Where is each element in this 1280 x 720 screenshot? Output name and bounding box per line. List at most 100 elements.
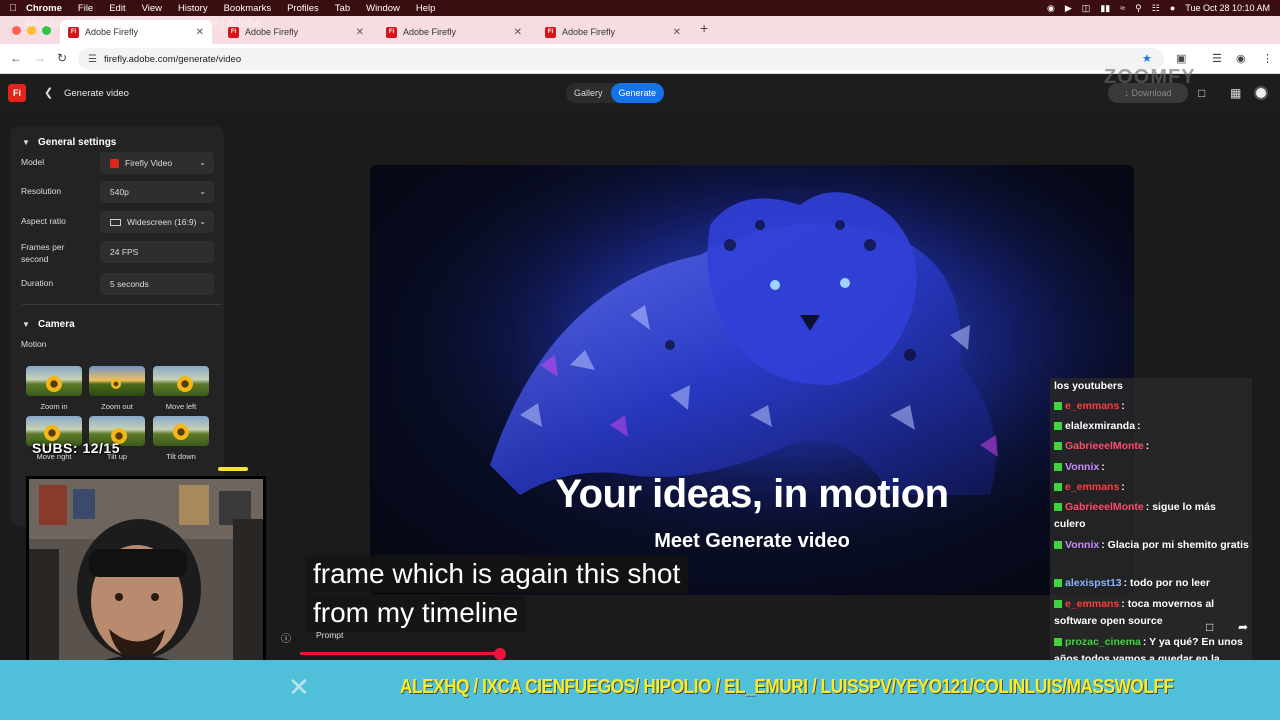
menu-history[interactable]: History [178, 3, 208, 14]
chrome-menu-icon[interactable]: ⋮ [1262, 52, 1273, 65]
resolution-dropdown[interactable]: 540p ⌄ [100, 181, 214, 203]
firefly-logo[interactable]: Fi [8, 84, 26, 102]
aspect-ratio-dropdown[interactable]: Widescreen (16:9) ⌄ [100, 211, 214, 233]
menu-tab[interactable]: Tab [335, 3, 350, 14]
menubar-status: ◉ ▶ ◫ ▮▮ ≈ ⚲ ☷ ● Tue Oct 28 10:10 AM [1047, 0, 1270, 16]
broadcast-icon[interactable]: ◉ [1047, 3, 1055, 14]
forward-icon[interactable]: → [34, 51, 46, 65]
fps-value: 24 FPS [110, 247, 139, 257]
chat-text: : [1145, 440, 1150, 452]
menu-file[interactable]: File [78, 3, 93, 14]
menu-view[interactable]: View [142, 3, 162, 14]
firefly-favicon-icon: Fi [545, 26, 556, 38]
feedback-icon[interactable]: □ [1198, 86, 1205, 100]
profile-icon[interactable]: ◉ [1236, 52, 1246, 65]
caption-line-1: frame which is again this shot [305, 555, 689, 593]
badge-icon [1054, 442, 1062, 451]
menubar-clock[interactable]: Tue Oct 28 10:10 AM [1185, 3, 1270, 13]
browser-tab[interactable]: Fi Adobe Firefly ✕ [537, 20, 689, 44]
tab-label: Adobe Firefly [85, 27, 139, 37]
divider [22, 304, 222, 305]
chevron-down-icon[interactable]: ▼ [22, 320, 30, 329]
sunflower-icon [44, 425, 60, 441]
browser-tab[interactable]: Fi Adobe Firefly ✕ [220, 20, 372, 44]
chat-user: alexispst13 [1065, 577, 1122, 589]
chat-message: e_emmans: toca movernos al software open… [1054, 596, 1250, 630]
aspect-ratio-label: Aspect ratio [21, 216, 66, 226]
settings-panel: ▼ General settings Model Firefly Video ⌄… [10, 126, 224, 526]
zoom-in-thumbnail[interactable] [26, 366, 82, 396]
chat-message: elalexmiranda: [1054, 418, 1250, 435]
model-dropdown[interactable]: Firefly Video ⌄ [100, 152, 214, 174]
tab-label: Adobe Firefly [403, 27, 457, 37]
media-controls-icon[interactable]: ☰ [1212, 52, 1222, 65]
tab-label: Adobe Firefly [562, 27, 616, 37]
menu-help[interactable]: Help [416, 3, 436, 14]
close-tab-icon[interactable]: ✕ [514, 27, 522, 38]
chat-message: Vonnix: [1054, 459, 1250, 476]
headphones-icon[interactable]: ◫ [1082, 3, 1091, 14]
chat-popout-icon[interactable]: □ [1206, 620, 1213, 634]
badge-icon [1054, 541, 1062, 550]
control-center-icon[interactable]: ☷ [1152, 3, 1160, 14]
chat-text: : Glacia por mi shemito gratis [1101, 539, 1249, 551]
menu-window[interactable]: Window [366, 3, 400, 14]
zoom-out-thumbnail[interactable] [89, 366, 145, 396]
chat-overlay: los youtubers e_emmans: elalexmiranda: G… [1050, 378, 1252, 682]
wifi-icon[interactable]: ≈ [1120, 3, 1125, 13]
close-tab-icon[interactable]: ✕ [673, 27, 681, 38]
generate-tab[interactable]: Generate [610, 83, 665, 103]
fps-dropdown[interactable]: 24 FPS [100, 241, 214, 263]
apps-grid-icon[interactable]: ▦ [1230, 86, 1241, 100]
browser-tab[interactable]: Fi Adobe Firefly ✕ [60, 20, 212, 44]
chat-message: e_emmans: [1054, 479, 1250, 496]
site-settings-icon[interactable]: ☰ [88, 54, 97, 65]
cast-icon[interactable]: ▣ [1176, 52, 1186, 65]
close-tab-icon[interactable]: ✕ [356, 27, 364, 38]
gallery-tab[interactable]: Gallery [566, 83, 611, 103]
bookmark-star-icon[interactable]: ★ [1142, 52, 1152, 65]
close-window-button[interactable] [12, 26, 21, 35]
close-tab-icon[interactable]: ✕ [196, 27, 204, 38]
chevron-down-icon: ⌄ [199, 187, 206, 196]
chevron-down-icon[interactable]: ▼ [22, 138, 30, 147]
search-icon[interactable]: ⚲ [1135, 3, 1142, 14]
apple-icon[interactable]:  [0, 3, 26, 14]
chevron-left-icon[interactable]: ❮ [44, 86, 53, 99]
chat-text: los youtubers [1054, 380, 1123, 392]
reload-icon[interactable]: ↻ [57, 51, 67, 65]
tilt-down-thumbnail[interactable] [153, 416, 209, 446]
address-bar[interactable]: ☰ firefly.adobe.com/generate/video [78, 48, 1164, 70]
duration-dropdown[interactable]: 5 seconds [100, 273, 214, 295]
chat-user: e_emmans [1065, 400, 1120, 412]
badge-icon [1054, 422, 1062, 431]
menu-bookmarks[interactable]: Bookmarks [224, 3, 272, 14]
chat-text: : [1121, 481, 1125, 493]
gallery-generate-toggle: Gallery Generate [566, 83, 665, 103]
avatar[interactable] [1254, 86, 1268, 100]
move-left-thumbnail[interactable] [153, 366, 209, 396]
battery-icon[interactable]: ▮▮ [1100, 3, 1110, 14]
chat-text: : [1101, 461, 1105, 473]
badge-icon [1054, 483, 1062, 492]
firefly-favicon-icon: Fi [228, 26, 239, 38]
chat-message: GabrieeelMonte: [1054, 438, 1250, 455]
tilt-down-label: Tilt down [166, 452, 196, 461]
chat-message: los youtubers [1054, 378, 1250, 395]
new-tab-button[interactable]: + [700, 20, 708, 36]
chat-text: : [1137, 420, 1141, 432]
browser-tab[interactable]: Fi Adobe Firefly ✕ [378, 20, 530, 44]
user-icon[interactable]: ● [1170, 3, 1175, 13]
download-icon: ↓ [1124, 88, 1129, 98]
menu-edit[interactable]: Edit [109, 3, 125, 14]
menu-profiles[interactable]: Profiles [287, 3, 319, 14]
play-icon[interactable]: ▶ [1065, 3, 1072, 14]
info-icon[interactable]: ⓘ [281, 630, 291, 645]
back-icon[interactable]: ← [10, 51, 22, 65]
chat-user: Vonnix [1065, 461, 1100, 473]
menu-app[interactable]: Chrome [26, 3, 62, 14]
move-left-label: Move left [165, 402, 197, 411]
download-button[interactable]: ↓ Download [1108, 83, 1188, 103]
firefly-favicon-icon: Fi [68, 26, 79, 38]
share-icon[interactable]: ➦ [1238, 620, 1248, 634]
